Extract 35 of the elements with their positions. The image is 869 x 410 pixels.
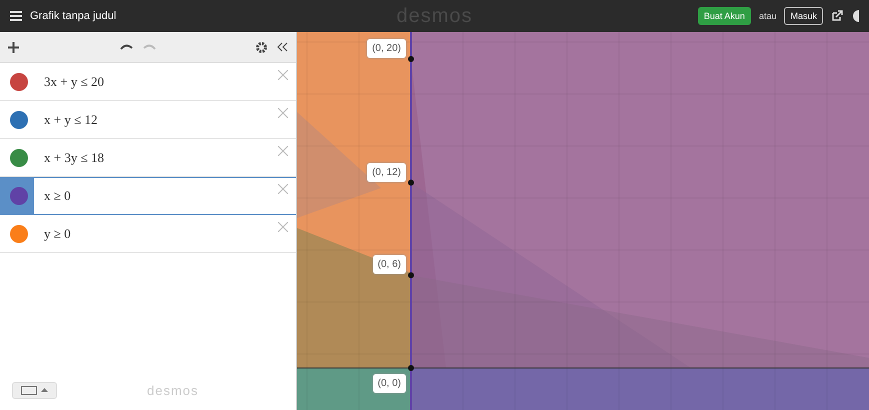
point-marker[interactable] [408, 272, 414, 278]
caret-icon [41, 388, 48, 392]
settings-icon[interactable] [256, 42, 267, 52]
color-dot[interactable] [10, 149, 28, 167]
expression-text[interactable]: 3x + y ≤ 20 [34, 74, 296, 90]
share-icon[interactable] [831, 10, 843, 22]
point-label: (0, 20) [367, 39, 406, 58]
point-label: (0, 6) [372, 255, 406, 274]
expression-text[interactable]: y ≥ 0 [34, 226, 296, 242]
color-dot[interactable] [10, 73, 28, 91]
expression-row[interactable]: 3x + y ≤ 20 [0, 63, 296, 101]
expression-text[interactable]: x + 3y ≤ 18 [34, 150, 296, 166]
expression-row[interactable]: x + y ≤ 12 [0, 101, 296, 139]
color-dot[interactable] [10, 111, 28, 129]
color-dot[interactable] [10, 225, 28, 243]
undo-icon[interactable] [120, 43, 132, 51]
point-marker[interactable] [408, 56, 414, 62]
color-dot[interactable] [10, 187, 28, 205]
point-marker[interactable] [408, 180, 414, 186]
add-icon[interactable] [8, 42, 19, 52]
point-marker[interactable] [408, 365, 414, 371]
menu-icon[interactable] [10, 11, 22, 21]
graph-title: Grafik tanpa judul [30, 10, 116, 22]
or-text: atau [758, 11, 776, 21]
collapse-icon[interactable] [277, 42, 288, 52]
point-label: (0, 0) [372, 374, 406, 393]
keyboard-icon [21, 386, 37, 394]
point-label: (0, 12) [367, 162, 406, 182]
keyboard-button[interactable] [12, 382, 57, 398]
expression-row[interactable]: y ≥ 0 [0, 215, 296, 253]
expression-row[interactable]: x ≥ 0 [0, 177, 296, 215]
expression-text[interactable]: x + y ≤ 12 [34, 112, 296, 128]
login-button[interactable]: Masuk [784, 7, 823, 25]
expression-row[interactable]: x + 3y ≤ 18 [0, 139, 296, 177]
expression-text[interactable]: x ≥ 0 [34, 188, 296, 204]
